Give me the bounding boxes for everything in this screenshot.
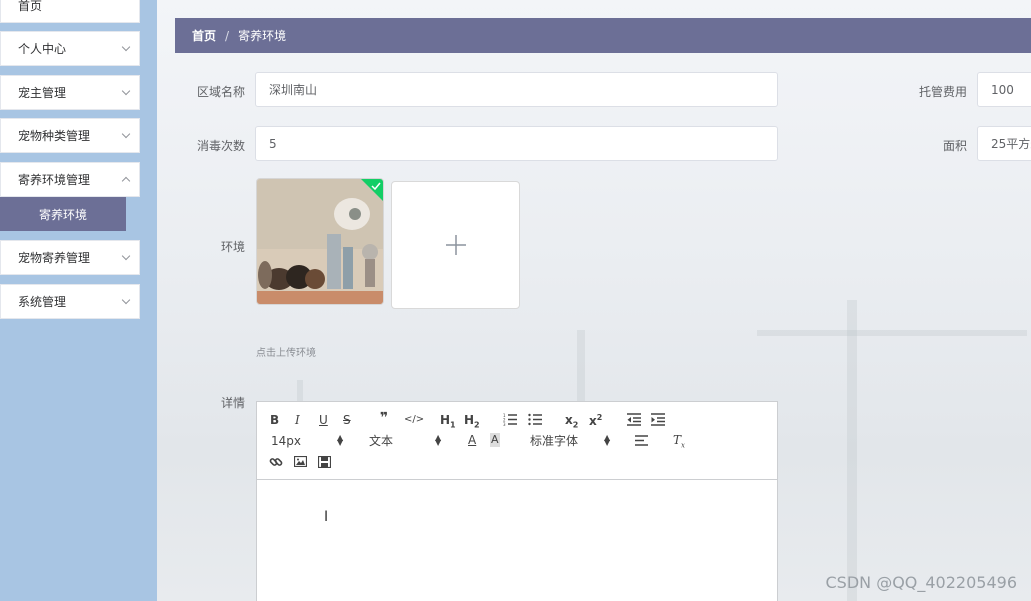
size-label: 面积 (942, 139, 967, 153)
sidebar-item-boarding-env-management[interactable]: 寄养环境管理 (0, 162, 140, 197)
blockquote-icon[interactable]: ❞ (380, 411, 388, 425)
sidebar-item-owner-management[interactable]: 宠主管理 (0, 75, 140, 110)
background-decoration (847, 300, 857, 601)
sidebar-item-label: 宠物种类管理 (18, 129, 91, 143)
sidebar-item-pet-type-management[interactable]: 宠物种类管理 (0, 118, 140, 153)
header-1-icon[interactable]: H1 (440, 413, 456, 432)
sidebar-item-label: 宠主管理 (18, 86, 67, 100)
uploaded-environment-image[interactable] (256, 178, 384, 305)
background-color-icon[interactable]: A (490, 433, 500, 447)
sidebar-item-label: 宠物寄养管理 (18, 251, 91, 265)
breadcrumb: 首页 / 寄养环境 (175, 18, 1031, 53)
editor-toolbar: B I U S ❞ </> H1 H2 123 x2 x2 14px ▲ ▼ 文本… (257, 402, 777, 480)
area-name-label: 区域名称 (196, 85, 245, 99)
chevron-down-icon (121, 42, 131, 52)
select-arrows-icon: ▲ ▼ (435, 433, 442, 447)
video-icon[interactable] (318, 456, 331, 468)
sidebar: 首页 个人中心 宠主管理 宠物种类管理 寄养环境管理 寄养环境 宠物寄养管理 系… (0, 0, 157, 601)
breadcrumb-current: 寄养环境 (238, 29, 287, 43)
detail-label: 详情 (220, 396, 245, 410)
font-family-select[interactable]: 标准字体 (530, 434, 578, 448)
indent-icon[interactable] (651, 413, 665, 426)
underline-icon[interactable]: U (319, 413, 328, 427)
svg-text:3: 3 (503, 422, 506, 426)
sidebar-item-label: 寄养环境管理 (18, 173, 91, 187)
breadcrumb-home[interactable]: 首页 (192, 27, 216, 44)
size-input[interactable]: 25平方米 (977, 126, 1031, 161)
superscript-icon[interactable]: x2 (589, 411, 602, 428)
font-color-icon[interactable]: A (468, 433, 476, 447)
environment-image (257, 179, 383, 304)
bullet-list-icon[interactable] (528, 413, 542, 426)
select-arrows-icon: ▲ ▼ (604, 433, 611, 447)
watermark: CSDN @QQ_402205496 (825, 573, 1017, 592)
disinfect-count-value: 5 (269, 136, 277, 151)
fee-input[interactable]: 100 (977, 72, 1031, 107)
disinfect-count-label: 消毒次数 (196, 139, 245, 153)
bold-icon[interactable]: B (270, 413, 279, 427)
chevron-down-icon (121, 251, 131, 261)
chevron-down-icon (121, 129, 131, 139)
sidebar-subitem-label: 寄养环境 (38, 207, 87, 222)
header-2-icon[interactable]: H2 (464, 413, 480, 432)
code-block-icon[interactable]: </> (404, 413, 424, 427)
image-icon[interactable] (294, 456, 307, 467)
fee-label: 托管费用 (918, 85, 967, 99)
select-arrows-icon: ▲ ▼ (337, 433, 344, 447)
text-type-select[interactable]: 文本 (369, 434, 393, 448)
sidebar-item-home[interactable]: 首页 (0, 0, 140, 23)
sidebar-item-pet-boarding-management[interactable]: 宠物寄养管理 (0, 240, 140, 275)
area-name-input[interactable]: 深圳南山 (255, 72, 778, 107)
size-value: 25平方米 (991, 137, 1031, 151)
align-left-icon[interactable] (635, 435, 648, 446)
breadcrumb-separator: / (225, 28, 230, 43)
chevron-up-icon (121, 176, 131, 186)
fee-value: 100 (991, 82, 1014, 97)
ordered-list-icon[interactable]: 123 (503, 413, 517, 426)
disinfect-count-input[interactable]: 5 (255, 126, 778, 161)
subscript-icon[interactable]: x2 (565, 413, 578, 432)
area-name-value: 深圳南山 (269, 83, 318, 97)
strikethrough-icon[interactable]: S (343, 413, 351, 427)
italic-icon[interactable]: I (295, 413, 300, 427)
upload-add-button[interactable] (391, 181, 520, 309)
link-icon[interactable] (269, 455, 283, 469)
sidebar-item-label: 个人中心 (18, 42, 67, 56)
font-size-select[interactable]: 14px (271, 434, 301, 448)
environment-label: 环境 (220, 240, 245, 254)
sidebar-item-label: 系统管理 (18, 295, 67, 309)
plus-icon (445, 235, 466, 255)
sidebar-subitem-boarding-env[interactable]: 寄养环境 (0, 197, 126, 231)
chevron-down-icon (121, 86, 131, 96)
sidebar-item-personal-center[interactable]: 个人中心 (0, 31, 140, 66)
clear-format-icon[interactable]: Tx (673, 433, 685, 452)
sidebar-item-label: 首页 (18, 0, 43, 13)
chevron-down-icon (121, 295, 131, 305)
background-decoration (757, 330, 1027, 336)
rich-text-editor[interactable]: B I U S ❞ </> H1 H2 123 x2 x2 14px ▲ ▼ 文本… (256, 401, 778, 601)
sidebar-item-system-management[interactable]: 系统管理 (0, 284, 140, 319)
text-cursor-icon: I (324, 509, 329, 525)
outdent-icon[interactable] (627, 413, 641, 426)
upload-tip: 点击上传环境 (256, 348, 316, 359)
